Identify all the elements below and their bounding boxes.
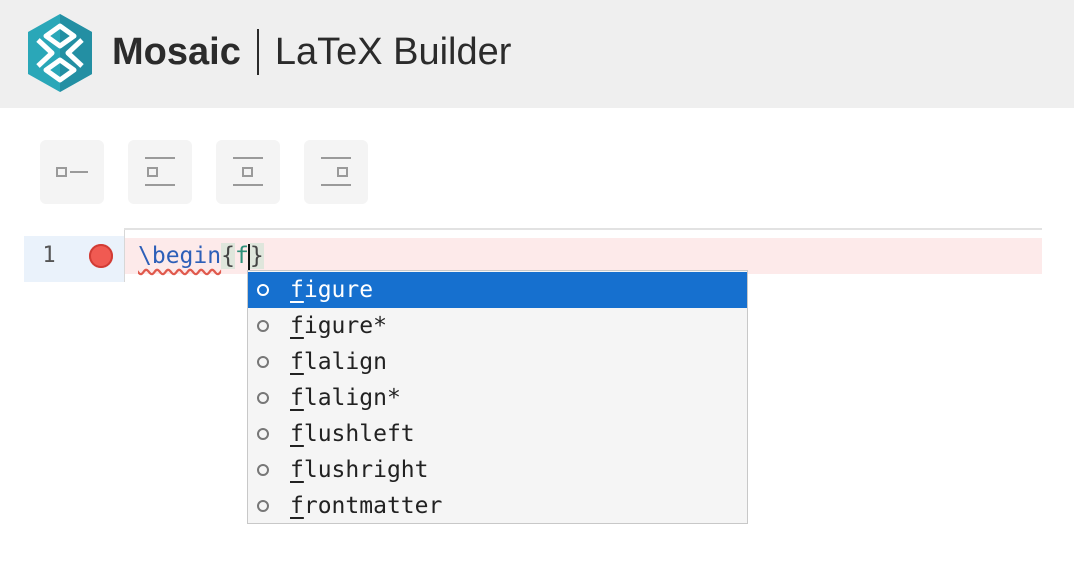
brand-name: Mosaic xyxy=(112,30,241,73)
align-left-inline-icon xyxy=(56,167,88,177)
suggestion-item[interactable]: f lalign* xyxy=(248,380,747,416)
suggestion-rest: lalign xyxy=(303,349,387,375)
suggestion-item[interactable]: f lushleft xyxy=(248,416,747,452)
suggestion-rest: lushleft xyxy=(303,421,415,447)
suggestion-item[interactable]: f lalign xyxy=(248,344,747,380)
suggestion-item[interactable]: f igure* xyxy=(248,308,747,344)
open-brace: { xyxy=(221,243,235,269)
suggestion-item[interactable]: f rontmatter xyxy=(248,488,747,524)
align-left-icon xyxy=(145,157,175,186)
app-title: Mosaic LaTeX Builder xyxy=(112,26,511,78)
align-center-icon xyxy=(233,157,263,186)
snippet-icon xyxy=(257,356,269,368)
suggestion-match: f xyxy=(290,493,304,519)
suggestion-match: f xyxy=(290,457,304,483)
autocomplete-popup: f igure f igure* f lalign f lalign* f lushlef… xyxy=(247,270,748,524)
error-marker-icon[interactable] xyxy=(89,244,113,268)
suggestion-rest: igure* xyxy=(303,313,387,339)
insert-inline-button[interactable] xyxy=(40,140,104,204)
snippet-icon xyxy=(257,284,269,296)
snippet-icon xyxy=(257,464,269,476)
mosaic-logo-icon xyxy=(28,14,92,92)
align-center-button[interactable] xyxy=(216,140,280,204)
code-line[interactable]: \begin{f} xyxy=(138,238,264,274)
snippet-icon xyxy=(257,500,269,512)
line-number: 1 xyxy=(42,243,56,268)
suggestion-item[interactable]: f igure xyxy=(248,272,747,308)
title-separator xyxy=(256,29,259,75)
align-right-button[interactable] xyxy=(304,140,368,204)
product-name: LaTeX Builder xyxy=(274,30,512,73)
suggestion-match: f xyxy=(290,313,304,339)
suggestion-rest: rontmatter xyxy=(303,493,443,519)
suggestion-match: f xyxy=(290,385,304,411)
suggestion-match: f xyxy=(290,349,304,375)
suggestion-match: f xyxy=(290,421,304,447)
typed-argument: f xyxy=(234,243,249,269)
close-brace: } xyxy=(249,243,264,269)
suggestion-match: f xyxy=(290,277,304,303)
align-left-button[interactable] xyxy=(128,140,192,204)
latex-command: \begin xyxy=(138,243,222,269)
snippet-icon xyxy=(257,320,269,332)
suggestion-item[interactable]: f lushright xyxy=(248,452,747,488)
snippet-icon xyxy=(257,428,269,440)
suggestion-rest: lalign* xyxy=(303,385,401,411)
app-header: Mosaic LaTeX Builder xyxy=(0,0,1074,108)
suggestion-rest: lushright xyxy=(303,457,429,483)
suggestion-rest: igure xyxy=(303,277,374,303)
editor-top-border xyxy=(124,228,1042,230)
align-right-icon xyxy=(321,157,351,186)
snippet-icon xyxy=(257,392,269,404)
